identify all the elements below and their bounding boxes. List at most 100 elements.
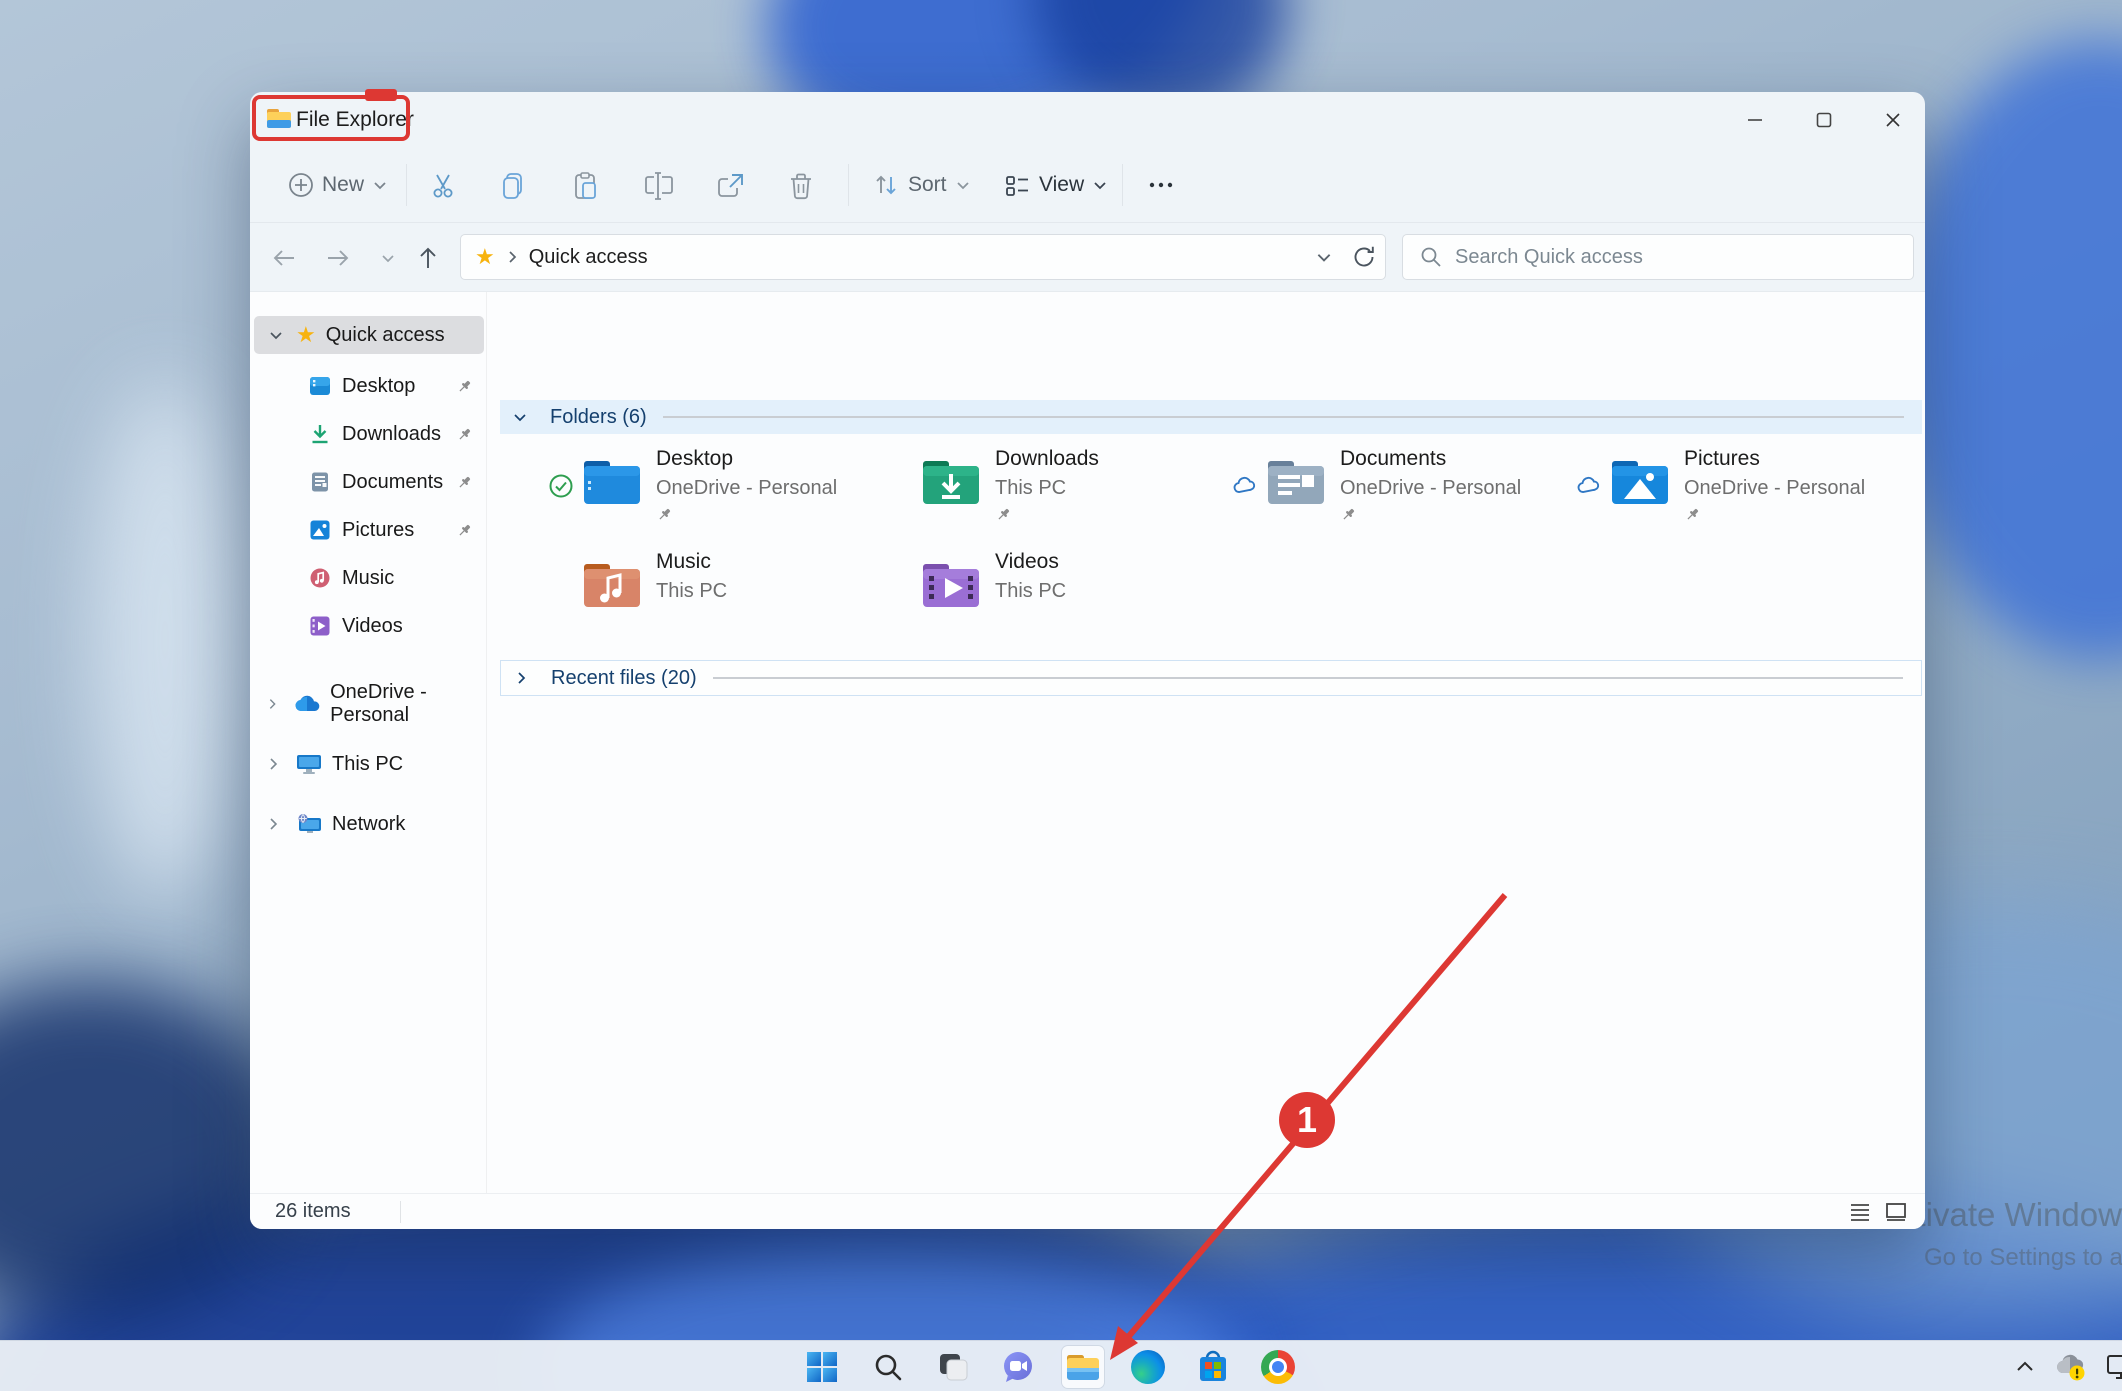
close-button[interactable] xyxy=(1870,98,1916,142)
new-button[interactable]: New xyxy=(280,162,396,208)
chevron-down-icon xyxy=(512,409,528,425)
pin-icon xyxy=(1340,506,1357,523)
star-icon: ★ xyxy=(475,244,495,270)
cut-icon[interactable] xyxy=(428,171,458,201)
paste-icon[interactable] xyxy=(571,171,601,201)
chrome-button[interactable] xyxy=(1257,1346,1299,1388)
recent-locations-chevron-icon xyxy=(380,250,396,266)
folder-tile-location: OneDrive - Personal xyxy=(1684,477,1865,500)
network-icon xyxy=(296,811,322,837)
navigation-pane: ★ Quick access Desktop Downloads xyxy=(250,292,487,1193)
minimize-button[interactable] xyxy=(1732,98,1778,142)
large-icons-view-icon[interactable] xyxy=(1883,1199,1909,1225)
sidebar-item-label: Quick access xyxy=(326,324,445,347)
minimize-icon xyxy=(1746,111,1764,129)
details-view-icon[interactable] xyxy=(1847,1199,1873,1225)
sidebar-item-label: Downloads xyxy=(342,423,456,446)
pin-icon xyxy=(1684,506,1701,523)
chrome-icon xyxy=(1261,1350,1295,1384)
search-box[interactable] xyxy=(1402,234,1914,280)
taskbar xyxy=(0,1340,2122,1391)
task-view-button[interactable] xyxy=(932,1346,974,1388)
forward-icon xyxy=(324,244,352,272)
pin-icon xyxy=(456,474,473,491)
new-plus-icon xyxy=(288,172,314,198)
sync-status-cloud-icon xyxy=(1576,473,1602,499)
sidebar-item-label: Music xyxy=(342,567,487,590)
sidebar-item-quick-access[interactable]: ★ Quick access xyxy=(254,316,484,354)
search-input[interactable] xyxy=(1455,246,1875,269)
share-icon[interactable] xyxy=(715,171,745,201)
folder-tile-location: OneDrive - Personal xyxy=(656,477,837,500)
sidebar-item-videos[interactable]: Videos xyxy=(250,604,487,648)
address-chevron-icon[interactable] xyxy=(1315,248,1333,266)
desktop: Activate Windows Go to Settings to activ… xyxy=(0,0,2122,1391)
annotation-highlight-box xyxy=(252,95,410,141)
chat-button[interactable] xyxy=(997,1346,1039,1388)
folder-tile-name: Pictures xyxy=(1684,447,1865,471)
sidebar-item-label: This PC xyxy=(332,753,403,776)
sort-button-label: Sort xyxy=(908,173,947,197)
display-icon[interactable] xyxy=(2106,1354,2122,1380)
folder-tile-name: Music xyxy=(656,550,727,574)
delete-icon[interactable] xyxy=(786,171,816,201)
up-button[interactable] xyxy=(412,242,444,274)
sidebar-item-label: Network xyxy=(332,813,405,836)
sidebar-item-pictures[interactable]: Pictures xyxy=(250,508,487,552)
sidebar-item-label: Desktop xyxy=(342,375,456,398)
chevron-right-icon xyxy=(266,697,278,711)
start-icon xyxy=(805,1350,839,1384)
sidebar-item-network[interactable]: Network xyxy=(250,800,487,848)
chevron-up-icon[interactable] xyxy=(2014,1356,2036,1378)
folder-icon xyxy=(921,560,981,610)
forward-button[interactable] xyxy=(322,242,354,274)
title-bar[interactable]: File Explorer xyxy=(250,92,1925,148)
folder-icon xyxy=(1266,457,1326,507)
edge-button[interactable] xyxy=(1127,1346,1169,1388)
folder-tile-downloads[interactable]: Downloads This PC xyxy=(921,447,1251,531)
onedrive-status-warning-icon[interactable] xyxy=(2054,1353,2088,1381)
back-button[interactable] xyxy=(268,242,300,274)
sidebar-item-this-pc[interactable]: This PC xyxy=(250,740,487,788)
maximize-button[interactable] xyxy=(1801,98,1847,142)
folder-tile-videos[interactable]: Videos This PC xyxy=(921,550,1251,634)
command-bar: New xyxy=(250,148,1925,223)
breadcrumb[interactable]: Quick access xyxy=(529,246,648,269)
see-more-button[interactable] xyxy=(1138,162,1184,208)
folder-tile-name: Downloads xyxy=(995,447,1099,471)
rename-icon[interactable] xyxy=(644,171,674,201)
chevron-down-icon xyxy=(1092,177,1108,193)
address-bar[interactable]: ★ Quick access xyxy=(460,234,1386,280)
recent-files-section-header[interactable]: Recent files (20) xyxy=(500,660,1922,696)
taskbar-file-explorer-button[interactable] xyxy=(1062,1346,1104,1388)
file-explorer-icon xyxy=(1065,1349,1101,1385)
folder-tile-pictures[interactable]: Pictures OneDrive - Personal xyxy=(1610,447,1940,531)
folders-section-header[interactable]: Folders (6) xyxy=(500,400,1922,434)
sidebar-item-music[interactable]: Music xyxy=(250,556,487,600)
folder-tile-desktop[interactable]: Desktop OneDrive - Personal xyxy=(582,447,912,531)
up-icon xyxy=(414,244,442,272)
chat-icon xyxy=(1000,1349,1036,1385)
taskbar-search-button[interactable] xyxy=(867,1346,909,1388)
folder-tile-music[interactable]: Music This PC xyxy=(582,550,912,634)
copy-icon[interactable] xyxy=(499,171,529,201)
sidebar-item-downloads[interactable]: Downloads xyxy=(250,412,487,456)
pin-icon xyxy=(456,378,473,395)
task-view-icon xyxy=(936,1350,970,1384)
folder-tile-documents[interactable]: Documents OneDrive - Personal xyxy=(1266,447,1596,531)
sidebar-item-documents[interactable]: Documents xyxy=(250,460,487,504)
sidebar-item-onedrive[interactable]: OneDrive - Personal xyxy=(250,680,487,728)
star-icon: ★ xyxy=(296,322,316,348)
recent-locations-button[interactable] xyxy=(372,242,404,274)
folder-icon xyxy=(582,560,642,610)
refresh-icon[interactable] xyxy=(1351,244,1377,270)
start-button[interactable] xyxy=(801,1346,843,1388)
view-button[interactable]: View xyxy=(995,162,1116,208)
chevron-right-icon xyxy=(266,817,280,831)
sort-button[interactable]: Sort xyxy=(864,162,979,208)
folder-tile-location: This PC xyxy=(995,477,1099,500)
wallpaper-shape xyxy=(90,380,240,900)
close-icon xyxy=(1884,111,1902,129)
store-button[interactable] xyxy=(1192,1346,1234,1388)
sidebar-item-desktop[interactable]: Desktop xyxy=(250,364,487,408)
